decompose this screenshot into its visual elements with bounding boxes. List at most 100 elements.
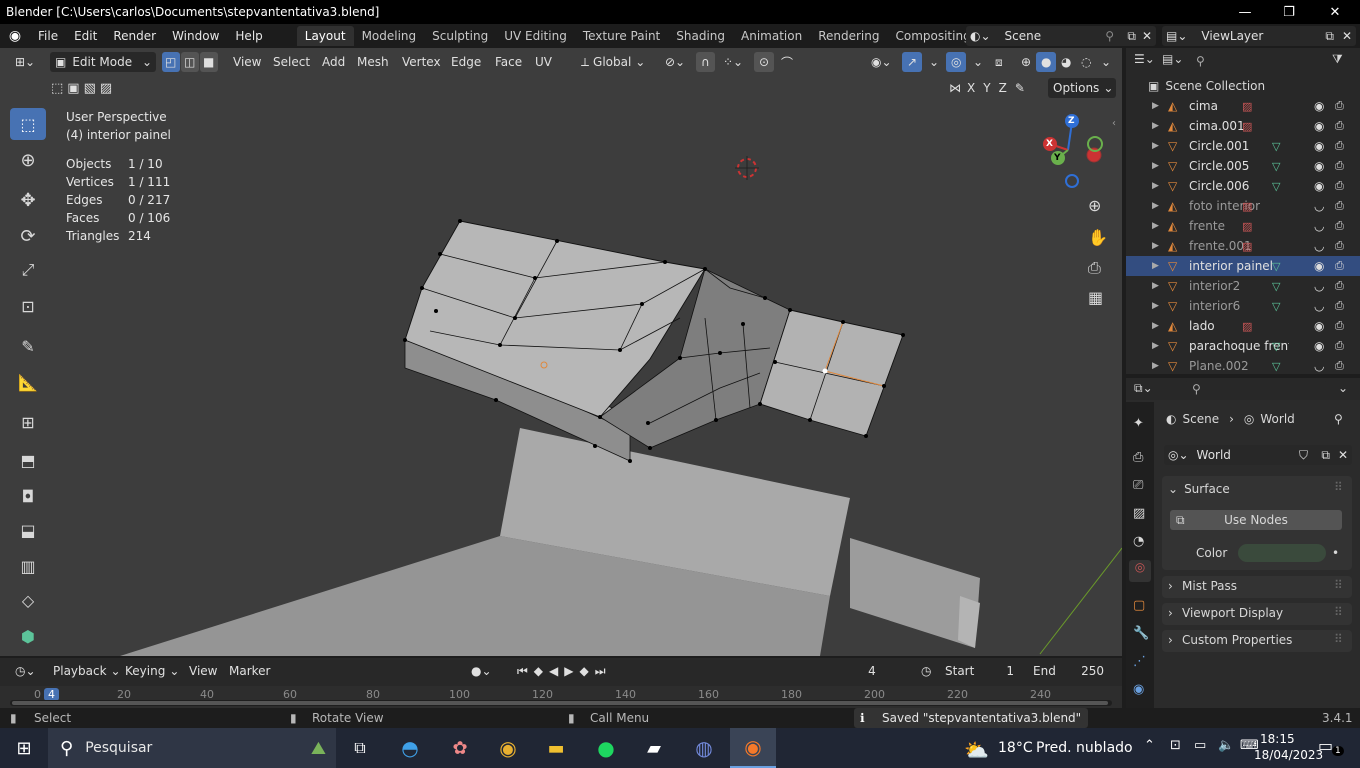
outliner-row[interactable]: ▶ ▽ interior2 ▽ ◡ ⎙	[1126, 276, 1360, 296]
expand-chevron-icon[interactable]: ▶	[1152, 141, 1159, 151]
close-button[interactable]: ✕	[1312, 0, 1358, 24]
outliner-row[interactable]: ▶ ◭ frente.001 ▨ ◡ ⎙	[1126, 236, 1360, 256]
unlink-icon[interactable]: ✕	[1338, 448, 1348, 462]
camera-icon[interactable]: ⎙	[1335, 199, 1344, 213]
weather-text[interactable]: Pred. nublado	[1036, 740, 1133, 756]
eye-closed-icon[interactable]: ◡	[1314, 239, 1324, 253]
eye-closed-icon[interactable]: ◡	[1314, 199, 1324, 213]
outliner-row[interactable]: ▶ ▽ interior6 ▽ ◡ ⎙	[1126, 296, 1360, 316]
new-scene-icon[interactable]: ⧉	[1127, 29, 1136, 44]
3d-viewport[interactable]: ⊞⌄ ▣ Edit Mode ⌄ ◰ ◫ ■ View Select Add M…	[0, 48, 1122, 656]
camera-icon[interactable]: ⎙	[1335, 179, 1344, 193]
annotate-tool[interactable]: ✎	[10, 330, 46, 362]
tab-sculpting[interactable]: Sculpting	[424, 26, 496, 46]
chevron-down-icon[interactable]: ⌄	[1338, 381, 1348, 395]
tab-modeling[interactable]: Modeling	[354, 26, 425, 46]
pivot-point-button[interactable]: ⊘⌄	[660, 52, 690, 72]
discord-icon[interactable]: ◍	[684, 732, 724, 764]
axis-z-toggle[interactable]: Z	[999, 81, 1007, 95]
expand-chevron-icon[interactable]: ▶	[1152, 161, 1159, 171]
expand-chevron-icon[interactable]: ▶	[1152, 121, 1159, 131]
mesh-menu[interactable]: Mesh	[352, 52, 394, 72]
use-nodes-button[interactable]: ⧉ Use Nodes	[1170, 510, 1342, 530]
start-frame-field[interactable]: Start 1	[940, 661, 1024, 681]
scale-tool[interactable]: ⤢	[10, 254, 46, 286]
eye-icon[interactable]: ◉	[1314, 99, 1324, 113]
scene-collection-row[interactable]: ▣ Scene Collection	[1126, 76, 1360, 96]
select-mode-buttons[interactable]: ⬚▣▧▨	[46, 78, 121, 98]
outliner-row[interactable]: ▶ ◭ lado ▨ ◉ ⎙	[1126, 316, 1360, 336]
record-button[interactable]: ●⌄	[466, 661, 497, 681]
windows-start-icon[interactable]: ⊞	[4, 732, 44, 764]
eye-icon[interactable]: ◉	[1314, 159, 1324, 173]
tab-shading[interactable]: Shading	[668, 26, 733, 46]
knife-tool[interactable]: ◇	[10, 584, 46, 616]
vertex-select-button[interactable]: ◰	[162, 52, 180, 72]
select-menu[interactable]: Select	[268, 52, 315, 72]
expand-chevron-icon[interactable]: ▶	[1152, 361, 1159, 371]
timeline-scrollbar[interactable]	[10, 700, 1112, 706]
menu-edit[interactable]: Edit	[66, 29, 105, 43]
expand-chevron-icon[interactable]: ▶	[1152, 181, 1159, 191]
task-view-icon[interactable]: ⧉	[340, 732, 380, 764]
outliner-row[interactable]: ▶▽parachoque frente▽◉⎙	[1126, 336, 1360, 356]
transform-tool[interactable]: ⊡	[10, 290, 46, 322]
drag-handle-icon[interactable]: ⠿	[1334, 605, 1343, 619]
axis-y-toggle[interactable]: Y	[983, 81, 990, 95]
menu-file[interactable]: File	[30, 29, 66, 43]
object-tab-icon[interactable]: ▢	[1133, 598, 1145, 613]
edge-menu[interactable]: Edge	[446, 52, 486, 72]
notification-icon[interactable]: ▭	[1318, 736, 1333, 755]
sidebar-toggle-icon[interactable]: ‹	[1112, 118, 1116, 129]
volume-icon[interactable]: 🔈	[1218, 738, 1234, 753]
output-tab-icon[interactable]: ⎚	[1133, 478, 1143, 493]
camera-icon[interactable]: ⎙	[1335, 299, 1344, 313]
color-dot-icon[interactable]: •	[1332, 546, 1339, 560]
edge-browser-icon[interactable]: ◓	[390, 732, 430, 764]
viewlayer-selector[interactable]: ▤⌄ ViewLayer ⧉ ✕	[1162, 26, 1356, 46]
blender-logo-icon[interactable]: ◉	[0, 28, 30, 44]
face-menu[interactable]: Face	[490, 52, 527, 72]
particles-tab-icon[interactable]: ⋰	[1133, 654, 1146, 669]
color-swatch[interactable]	[1238, 544, 1326, 562]
wrench-icon[interactable]: ✎	[1015, 81, 1025, 95]
expand-chevron-icon[interactable]: ▶	[1152, 221, 1159, 231]
drag-handle-icon[interactable]: ⠿	[1334, 632, 1343, 646]
tab-compositing[interactable]: Compositing	[887, 26, 978, 46]
camera-icon[interactable]: ⎙	[1335, 99, 1344, 113]
duplicate-icon[interactable]: ⧉	[1321, 448, 1330, 463]
expand-chevron-icon[interactable]: ▶	[1152, 261, 1159, 271]
battery-icon[interactable]: ▭	[1194, 738, 1206, 753]
material-shading-button[interactable]: ◕	[1056, 52, 1076, 72]
taskbar-search-input[interactable]: ⚲ Pesquisar ⛰	[48, 728, 336, 768]
tab-uv-editing[interactable]: UV Editing	[496, 26, 575, 46]
hand-pan-icon[interactable]: ✋	[1088, 228, 1108, 247]
camera-icon[interactable]: ⎙	[1335, 339, 1344, 353]
scene-selector[interactable]: ◐⌄ Scene ⚲ ⧉ ✕	[966, 26, 1156, 46]
playback-menu[interactable]: Playback ⌄	[48, 661, 126, 681]
keying-menu[interactable]: Keying ⌄	[120, 661, 184, 681]
overlays-toggle[interactable]: ◎	[946, 52, 967, 72]
camera-icon[interactable]: ⎙	[1335, 119, 1344, 133]
outliner-row[interactable]: ▶ ◭ cima.001 ▨ ◉ ⎙	[1126, 116, 1360, 136]
camera-icon[interactable]: ⎙	[1335, 159, 1344, 173]
render-tab-icon[interactable]: ⎙	[1133, 450, 1143, 465]
fake-user-icon[interactable]: ⛉	[1299, 448, 1308, 463]
inset-tool[interactable]: ◘	[10, 480, 46, 512]
outliner-row[interactable]: ▶ ▽ interior painel ▽ ◉ ⎙	[1126, 256, 1360, 276]
bevel-tool[interactable]: ⬓	[10, 514, 46, 546]
visibility-button[interactable]: ◉⌄	[866, 52, 897, 72]
falloff-button[interactable]: ⌒	[776, 52, 798, 72]
editor-type-button[interactable]: ⊞⌄	[10, 52, 40, 72]
pin-icon[interactable]: ⚲	[1334, 412, 1343, 426]
wireframe-shading-button[interactable]: ⊕	[1016, 52, 1036, 72]
camera-icon[interactable]: ⎙	[1335, 259, 1344, 273]
outliner-row[interactable]: ▶ ▽ Circle.005 ▽ ◉ ⎙	[1126, 156, 1360, 176]
modifier-tab-icon[interactable]: 🔧	[1133, 626, 1149, 641]
add-menu[interactable]: Add	[317, 52, 350, 72]
world-selector[interactable]: ◎⌄ World ⛉ ⧉ ✕	[1164, 445, 1352, 465]
edge-select-button[interactable]: ◫	[181, 52, 199, 72]
rendered-shading-button[interactable]: ◌	[1076, 52, 1096, 72]
eye-closed-icon[interactable]: ◡	[1314, 299, 1324, 313]
eye-icon[interactable]: ◉	[1314, 179, 1324, 193]
